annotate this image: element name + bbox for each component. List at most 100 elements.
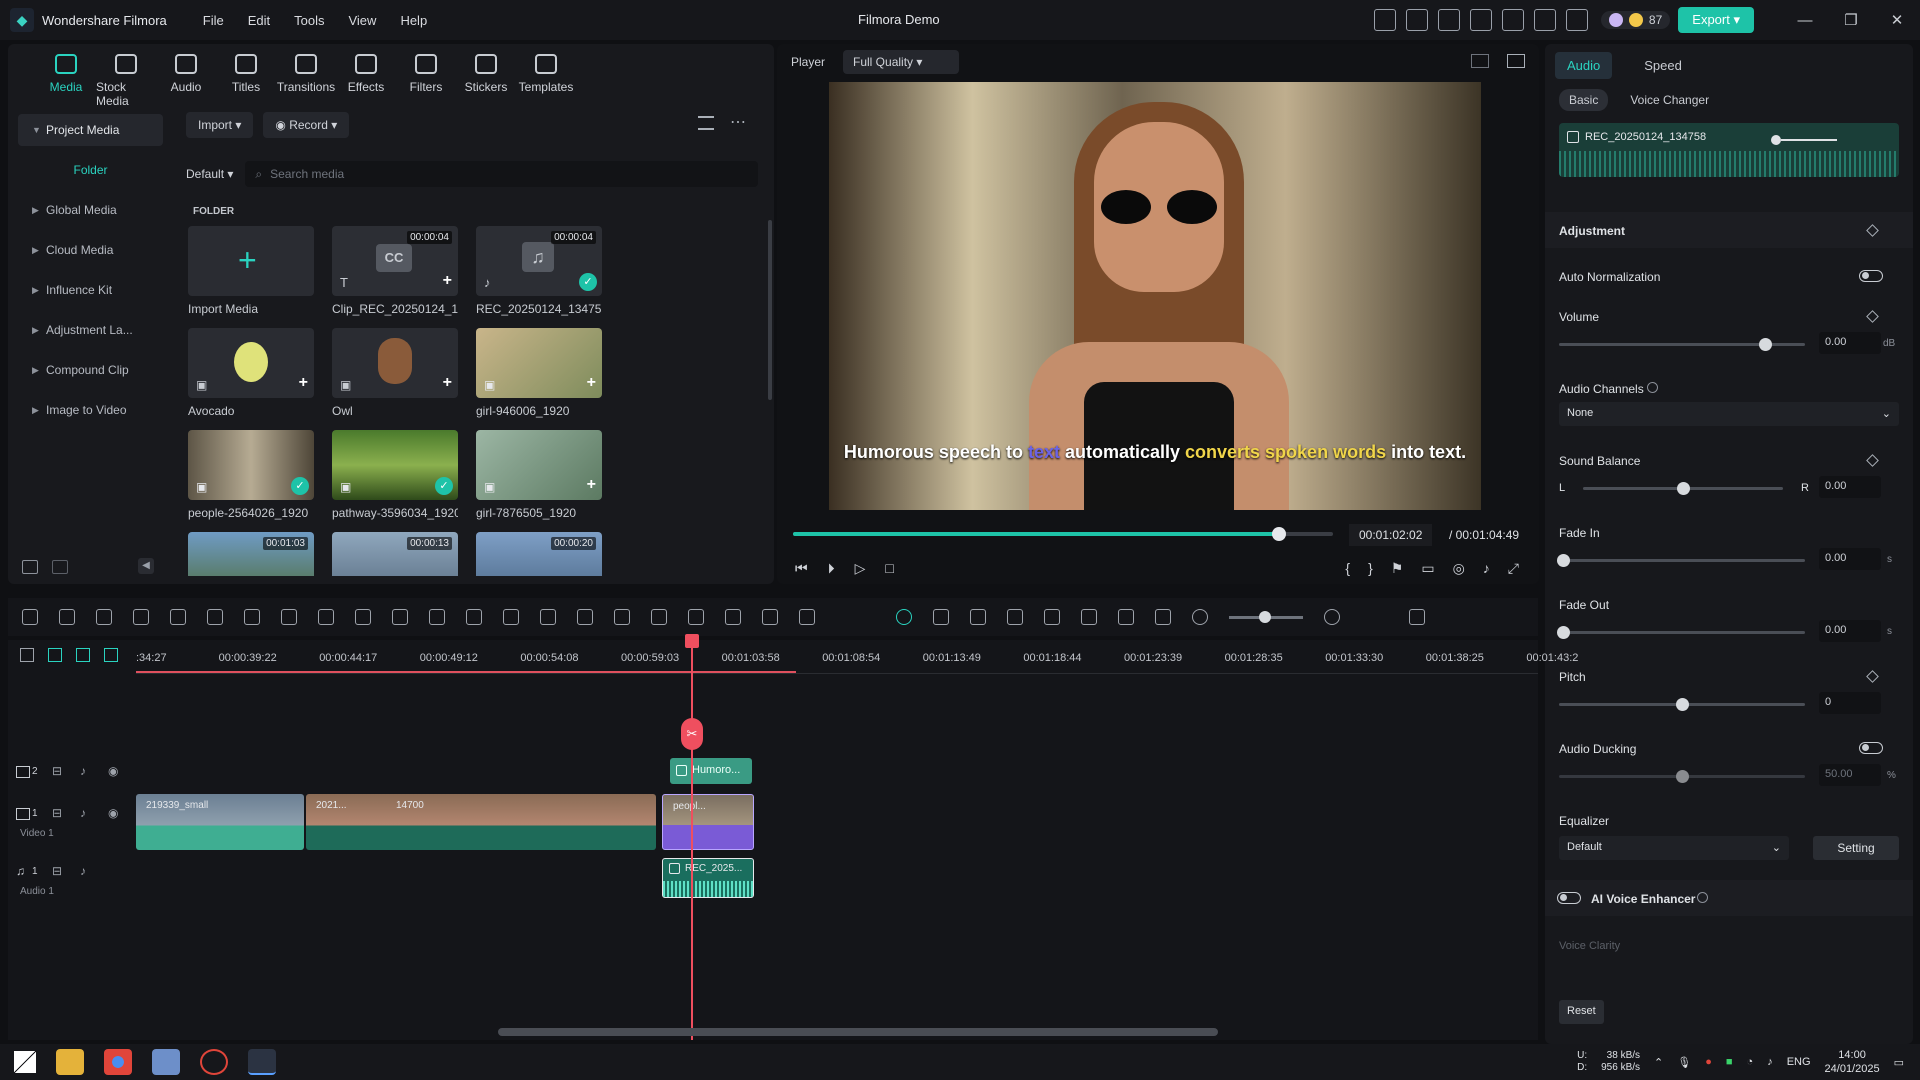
speed-icon[interactable] [281, 609, 297, 625]
equalizer-dropdown[interactable]: Default ⌄ [1559, 836, 1789, 860]
playback-progress[interactable] [793, 527, 1333, 541]
add-to-timeline-icon[interactable]: + [299, 374, 308, 392]
timeline-scrollbar[interactable] [498, 1028, 1218, 1036]
apps-grid-icon[interactable] [1565, 9, 1588, 31]
zoom-slider[interactable] [1229, 610, 1303, 623]
tab-titles[interactable]: Titles [216, 54, 276, 108]
volume-value-field[interactable]: 0.00 [1819, 332, 1881, 354]
quality-dropdown[interactable]: Full Quality ▾ [843, 50, 960, 74]
add-to-timeline-icon[interactable]: + [443, 374, 452, 392]
zoom-knob[interactable] [1259, 610, 1271, 623]
keyframe-icon[interactable] [1866, 224, 1879, 237]
subtitle-icon[interactable] [1081, 609, 1097, 625]
play-pause-icon[interactable]: ⏵ [828, 560, 835, 577]
zoom-in-icon[interactable] [1324, 609, 1340, 625]
media-item[interactable]: ▣ ✓ pathway-3596034_1920 [332, 430, 458, 520]
menu-tools[interactable]: Tools [294, 13, 324, 28]
camera-icon[interactable]: ◎ [1453, 560, 1465, 577]
mark-in-icon[interactable]: { [1345, 560, 1350, 577]
eye-icon[interactable]: ◉ [108, 764, 118, 778]
new-folder-icon[interactable] [22, 560, 38, 574]
tab-filters[interactable]: Filters [396, 54, 456, 108]
grid-view-icon[interactable] [1471, 54, 1489, 68]
auto-normalization-toggle[interactable] [1859, 270, 1883, 282]
sidebar-item-influence-kit[interactable]: ▶ Influence Kit [18, 274, 163, 306]
media-item[interactable]: CC 00:00:04 T + Clip_REC_20250124_13... [332, 226, 458, 316]
video-clip[interactable]: 219339_small [136, 794, 304, 850]
clock[interactable]: 14:00 24/01/2025 [1825, 1048, 1880, 1076]
media-item[interactable]: ▣ ✓ people-2564026_1920 [188, 430, 314, 520]
subtab-voice-changer[interactable]: Voice Changer [1620, 89, 1719, 111]
current-time[interactable]: 00:01:02:02 [1349, 524, 1433, 546]
render-icon[interactable] [933, 609, 949, 625]
record-button[interactable]: ◉ Record ▾ [263, 112, 350, 138]
slider-knob[interactable] [1557, 554, 1570, 567]
help-icon[interactable] [1647, 382, 1658, 393]
menu-edit[interactable]: Edit [248, 13, 270, 28]
mute-icon[interactable]: ♪ [80, 806, 86, 820]
audio-ducking-toggle[interactable] [1859, 742, 1883, 754]
play-icon[interactable]: ▷ [855, 560, 866, 577]
subtab-basic[interactable]: Basic [1559, 89, 1609, 111]
media-scrollbar[interactable] [768, 220, 772, 400]
fade-out-value-field[interactable]: 0.00 [1819, 620, 1881, 642]
pip-icon[interactable] [1118, 609, 1134, 625]
tab-stock-media[interactable]: Stock Media [96, 54, 156, 108]
chrome-icon[interactable] [104, 1049, 132, 1075]
prev-frame-icon[interactable]: ⏮ [795, 560, 808, 577]
keyframe-icon[interactable] [1866, 454, 1879, 467]
display-icon[interactable]: ▭ [1421, 560, 1434, 577]
video-clip[interactable]: 2021... 14700 [306, 794, 656, 850]
transform-icon[interactable] [392, 609, 408, 625]
time-ruler[interactable]: :34:27 00:00:39:22 00:00:44:17 00:00:49:12 0… [136, 640, 1578, 674]
file-explorer-icon[interactable] [56, 1049, 84, 1075]
video-clip-selected[interactable]: peopl... [662, 794, 754, 850]
language-indicator[interactable]: ENG [1787, 1056, 1811, 1068]
lock-icon[interactable]: ⊟ [52, 864, 62, 878]
monitor-icon[interactable] [1437, 9, 1460, 31]
media-item[interactable]: ▣ + girl-946006_1920 [476, 328, 602, 418]
sound-balance-slider[interactable] [1583, 482, 1783, 495]
filter-icon[interactable] [698, 116, 714, 130]
redo-icon[interactable] [133, 609, 149, 625]
zoom-out-icon[interactable] [1192, 609, 1208, 625]
send-icon[interactable] [1373, 9, 1396, 31]
audio-waveform-preview[interactable]: REC_20250124_134758 [1559, 123, 1899, 177]
support-icon[interactable] [1533, 9, 1556, 31]
crop-icon[interactable] [244, 609, 260, 625]
snap-icon[interactable] [970, 609, 986, 625]
work-area-range[interactable] [136, 671, 796, 673]
sidebar-item-adjustment-layer[interactable]: ▶ Adjustment La... [18, 314, 163, 346]
media-item[interactable]: ▣ + Avocado [188, 328, 314, 418]
title-clip[interactable]: Humoro... [670, 758, 752, 784]
mute-icon[interactable]: ♪ [80, 864, 86, 878]
help-icon[interactable] [1697, 892, 1708, 903]
layout-icon[interactable] [22, 609, 38, 625]
tab-speed[interactable]: Speed [1632, 52, 1694, 79]
lock-icon[interactable]: ⊟ [52, 806, 62, 820]
more-tools-icon[interactable] [799, 609, 815, 625]
add-to-timeline-icon[interactable]: + [587, 476, 596, 494]
progress-knob[interactable] [1272, 527, 1286, 541]
tab-templates[interactable]: Templates [516, 54, 576, 108]
media-item[interactable]: ▣ + Owl [332, 328, 458, 418]
more-icon[interactable]: ⋯ [730, 112, 746, 132]
ripple-icon[interactable] [76, 648, 90, 662]
sidebar-item-image-to-video[interactable]: ▶ Image to Video [18, 394, 163, 426]
audio-adjust-icon[interactable] [503, 609, 519, 625]
timer-icon[interactable] [355, 609, 371, 625]
slider-knob[interactable] [1759, 338, 1772, 351]
menu-view[interactable]: View [348, 13, 376, 28]
ai-audio-icon[interactable] [725, 609, 741, 625]
cut-icon[interactable] [207, 609, 223, 625]
mask-icon[interactable] [429, 609, 445, 625]
menu-help[interactable]: Help [400, 13, 427, 28]
save-icon[interactable] [1469, 9, 1492, 31]
clip-volume-knob[interactable] [1771, 135, 1781, 145]
fullscreen-icon[interactable]: ⤢ [1508, 560, 1519, 577]
tab-effects[interactable]: Effects [336, 54, 396, 108]
record-tray-icon[interactable]: ● [1705, 1056, 1712, 1068]
tab-media[interactable]: Media [36, 54, 96, 108]
media-item[interactable]: 00:00:13 [332, 532, 458, 576]
speaker-icon[interactable]: ♪ [1767, 1056, 1773, 1068]
